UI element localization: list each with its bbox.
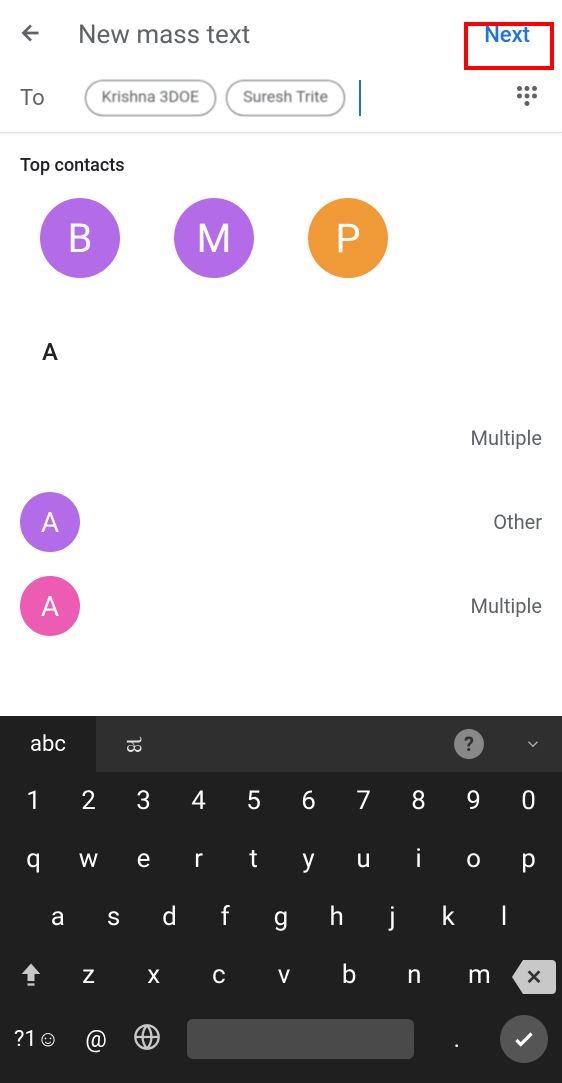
keyboard-help-icon[interactable]: ? — [434, 716, 504, 772]
key-n[interactable]: n — [389, 960, 439, 995]
key-k[interactable]: k — [423, 902, 473, 932]
key-4[interactable]: 4 — [174, 786, 224, 816]
key-w[interactable]: w — [64, 844, 114, 874]
key-j[interactable]: j — [367, 902, 417, 932]
key-z[interactable]: z — [64, 960, 114, 995]
recipient-chip[interactable]: Krishna 3DOE — [85, 80, 217, 116]
key-b[interactable]: b — [324, 960, 374, 995]
page-title: New mass text — [78, 20, 470, 50]
contact-avatar: A — [20, 576, 80, 636]
keyboard-collapse-icon[interactable] — [504, 716, 562, 772]
shift-key[interactable] — [6, 960, 56, 995]
key-c[interactable]: c — [194, 960, 244, 995]
to-label: To — [20, 86, 45, 111]
key-3[interactable]: 3 — [119, 786, 169, 816]
contact-avatar: A — [20, 492, 80, 552]
keyboard-lang-tab[interactable]: ಹ — [96, 716, 434, 772]
key-p[interactable]: p — [504, 844, 554, 874]
key-x[interactable]: x — [129, 960, 179, 995]
key-v[interactable]: v — [259, 960, 309, 995]
contact-type-label: Other — [493, 510, 542, 534]
key-6[interactable]: 6 — [284, 786, 334, 816]
dialpad-icon[interactable] — [512, 81, 542, 115]
key-7[interactable]: 7 — [339, 786, 389, 816]
keyboard-mode-abc[interactable]: abc — [0, 716, 96, 772]
key-t[interactable]: t — [229, 844, 279, 874]
key-m[interactable]: m — [454, 960, 504, 995]
recipient-chip[interactable]: Suresh Trite — [226, 80, 345, 116]
key-d[interactable]: d — [144, 902, 194, 932]
globe-icon[interactable] — [133, 1023, 161, 1055]
key-1[interactable]: 1 — [9, 786, 59, 816]
top-contacts-heading: Top contacts — [0, 133, 562, 188]
backspace-key[interactable]: ✕ — [512, 960, 556, 994]
contact-type-label: Multiple — [471, 426, 542, 450]
key-2[interactable]: 2 — [64, 786, 114, 816]
top-contact-avatar[interactable]: M — [174, 198, 254, 278]
top-contact-avatar[interactable]: B — [40, 198, 120, 278]
at-key[interactable]: @ — [85, 1025, 107, 1053]
spacebar-key[interactable] — [187, 1019, 414, 1059]
key-u[interactable]: u — [339, 844, 389, 874]
list-item[interactable]: A Multiple — [0, 564, 562, 648]
key-i[interactable]: i — [394, 844, 444, 874]
key-y[interactable]: y — [284, 844, 334, 874]
period-key[interactable]: . — [440, 1025, 474, 1053]
key-0[interactable]: 0 — [504, 786, 554, 816]
key-l[interactable]: l — [479, 902, 529, 932]
text-cursor — [359, 80, 361, 116]
key-e[interactable]: e — [119, 844, 169, 874]
key-9[interactable]: 9 — [449, 786, 499, 816]
key-q[interactable]: q — [9, 844, 59, 874]
keyboard[interactable]: abc ಹ ? 1234567890 qwertyuiop asdfghjkl … — [0, 716, 562, 1083]
key-f[interactable]: f — [200, 902, 250, 932]
key-r[interactable]: r — [174, 844, 224, 874]
enter-key[interactable] — [500, 1015, 548, 1063]
key-8[interactable]: 8 — [394, 786, 444, 816]
top-contact-avatar[interactable]: P — [308, 198, 388, 278]
section-letter: A — [0, 288, 562, 396]
key-s[interactable]: s — [89, 902, 139, 932]
list-item[interactable]: Multiple — [0, 396, 562, 480]
key-g[interactable]: g — [256, 902, 306, 932]
back-icon[interactable] — [18, 20, 78, 50]
key-h[interactable]: h — [312, 902, 362, 932]
list-item[interactable]: A Other — [0, 480, 562, 564]
key-o[interactable]: o — [449, 844, 499, 874]
contact-type-label: Multiple — [471, 594, 542, 618]
recipient-chips[interactable]: Krishna 3DOE Suresh Trite — [85, 80, 502, 116]
next-button[interactable]: Next — [470, 17, 544, 54]
symbols-key[interactable]: ?1☺ — [14, 1026, 59, 1052]
key-5[interactable]: 5 — [229, 786, 279, 816]
key-a[interactable]: a — [33, 902, 83, 932]
